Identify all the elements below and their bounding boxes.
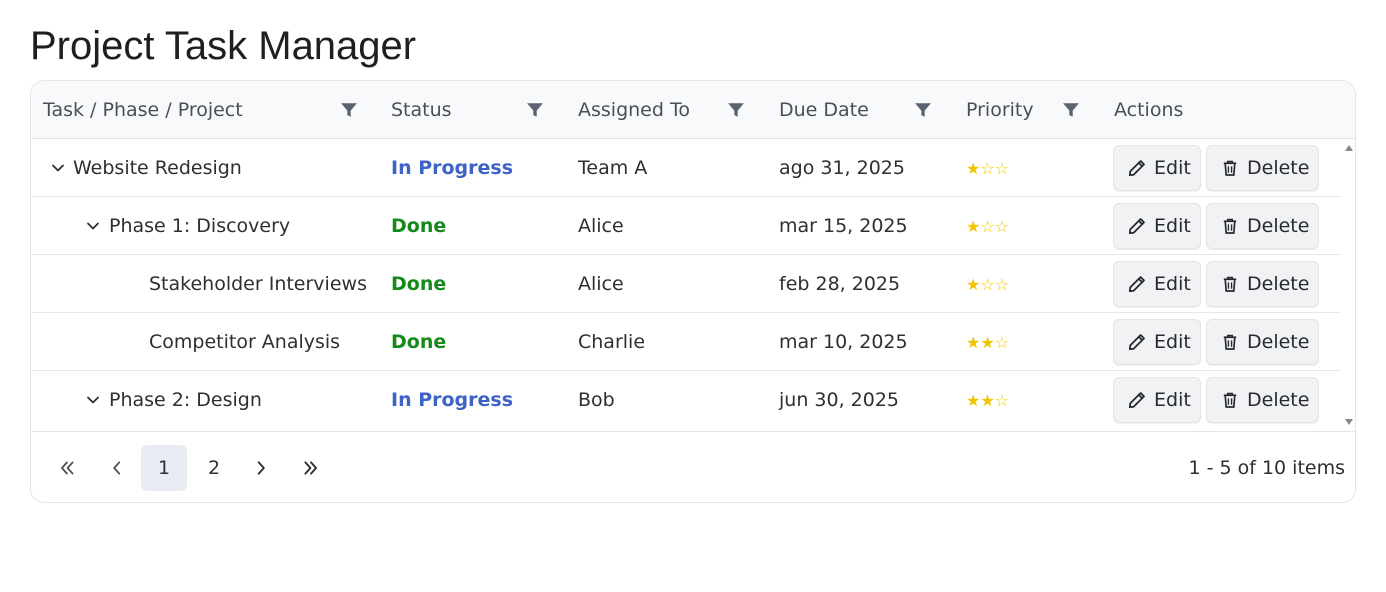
status-badge: Done (391, 331, 447, 353)
task-name: Competitor Analysis (149, 331, 341, 353)
double-chevron-left-icon (61, 461, 74, 475)
delete-label: Delete (1247, 389, 1310, 411)
priority-stars: ★☆☆ (966, 274, 1010, 294)
due-date: ago 31, 2025 (779, 157, 905, 179)
task-name: Website Redesign (73, 157, 242, 179)
table-row[interactable]: Phase 2: Design In Progress Bob jun 30, … (31, 371, 1341, 429)
double-chevron-right-icon (304, 461, 318, 475)
page-button-2[interactable]: 2 (191, 445, 237, 491)
pencil-icon (1128, 160, 1145, 177)
pencil-icon (1128, 392, 1145, 409)
filter-icon[interactable] (727, 101, 745, 119)
scroll-up-arrow-icon[interactable] (1345, 145, 1353, 151)
edit-label: Edit (1154, 215, 1191, 237)
edit-label: Edit (1154, 389, 1191, 411)
delete-label: Delete (1247, 331, 1310, 353)
delete-label: Delete (1247, 273, 1310, 295)
chevron-down-icon[interactable] (85, 392, 101, 408)
edit-label: Edit (1154, 273, 1191, 295)
page-button-1[interactable]: 1 (141, 445, 187, 491)
task-name: Phase 2: Design (109, 389, 262, 411)
filter-icon[interactable] (914, 101, 932, 119)
pencil-icon (1128, 276, 1145, 293)
edit-button[interactable]: Edit (1113, 203, 1201, 249)
due-date: mar 15, 2025 (779, 215, 908, 237)
grid-header: Task / Phase / Project Status Assigned T… (31, 81, 1355, 139)
chevron-left-icon (113, 461, 121, 475)
pencil-icon (1128, 334, 1145, 351)
table-row[interactable]: Phase 1: Discovery Done Alice mar 15, 20… (31, 197, 1341, 255)
task-name: Phase 1: Discovery (109, 215, 291, 237)
due-date: mar 10, 2025 (779, 331, 908, 353)
trash-icon (1223, 334, 1237, 350)
trash-icon (1223, 160, 1237, 176)
edit-label: Edit (1154, 331, 1191, 353)
table-row[interactable]: Competitor Analysis Done Charlie mar 10,… (31, 313, 1341, 371)
prev-page-button[interactable] (94, 445, 140, 491)
filter-icon[interactable] (526, 101, 544, 119)
priority-stars: ★★☆ (966, 332, 1010, 352)
edit-button[interactable]: Edit (1113, 319, 1201, 365)
column-header-status[interactable]: Status (391, 81, 452, 139)
chevron-down-icon[interactable] (50, 160, 66, 176)
chevron-down-icon[interactable] (85, 218, 101, 234)
trash-icon (1223, 276, 1237, 292)
pencil-icon (1128, 218, 1145, 235)
delete-button[interactable]: Delete (1206, 377, 1319, 423)
column-header-due-date[interactable]: Due Date (779, 81, 869, 139)
edit-button[interactable]: Edit (1113, 261, 1201, 307)
first-page-button[interactable] (44, 445, 90, 491)
priority-stars: ★☆☆ (966, 158, 1010, 178)
priority-stars: ★☆☆ (966, 216, 1010, 236)
edit-button[interactable]: Edit (1113, 145, 1201, 191)
pager-info: 1 - 5 of 10 items (1188, 457, 1345, 479)
filter-icon[interactable] (340, 101, 358, 119)
pager: 1 2 1 - 5 of 10 items (31, 431, 1355, 502)
status-badge: In Progress (391, 157, 514, 179)
due-date: jun 30, 2025 (779, 389, 900, 411)
status-badge: In Progress (391, 389, 514, 411)
chevron-right-icon (257, 461, 265, 475)
scroll-down-arrow-icon[interactable] (1345, 419, 1353, 425)
table-row[interactable]: Website Redesign In Progress Team A ago … (31, 139, 1341, 197)
delete-button[interactable]: Delete (1206, 203, 1319, 249)
assigned-to: Team A (578, 157, 648, 179)
column-header-actions: Actions (1114, 99, 1184, 121)
trash-icon (1223, 218, 1237, 234)
delete-label: Delete (1247, 215, 1310, 237)
filter-icon[interactable] (1062, 101, 1080, 119)
trash-icon (1223, 392, 1237, 408)
page-title: Project Task Manager (30, 24, 417, 68)
vertical-scrollbar[interactable] (1341, 139, 1355, 431)
task-grid: Task / Phase / Project Status Assigned T… (30, 80, 1356, 503)
column-header-task[interactable]: Task / Phase / Project (43, 81, 243, 139)
task-name: Stakeholder Interviews (149, 273, 367, 295)
status-badge: Done (391, 273, 447, 295)
priority-stars: ★★☆ (966, 390, 1010, 410)
grid-body: Website Redesign In Progress Team A ago … (31, 139, 1341, 431)
edit-label: Edit (1154, 157, 1191, 179)
table-row[interactable]: Stakeholder Interviews Done Alice feb 28… (31, 255, 1341, 313)
delete-button[interactable]: Delete (1206, 261, 1319, 307)
delete-button[interactable]: Delete (1206, 319, 1319, 365)
assigned-to: Charlie (578, 331, 646, 353)
delete-label: Delete (1247, 157, 1310, 179)
column-header-priority[interactable]: Priority (966, 81, 1034, 139)
column-header-assigned[interactable]: Assigned To (578, 81, 690, 139)
assigned-to: Bob (578, 389, 615, 411)
delete-button[interactable]: Delete (1206, 145, 1319, 191)
due-date: feb 28, 2025 (779, 273, 901, 295)
status-badge: Done (391, 215, 447, 237)
next-page-button[interactable] (238, 445, 284, 491)
assigned-to: Alice (578, 273, 624, 295)
edit-button[interactable]: Edit (1113, 377, 1201, 423)
last-page-button[interactable] (288, 445, 334, 491)
assigned-to: Alice (578, 215, 624, 237)
